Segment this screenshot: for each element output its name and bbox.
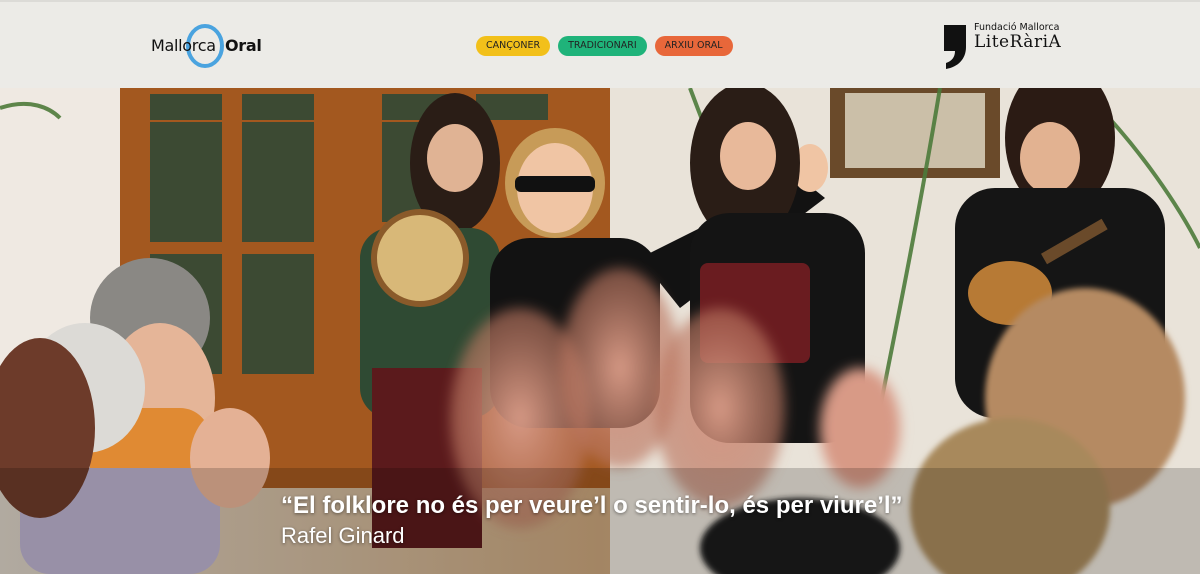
hero-quote-author: Rafel Ginard [281, 523, 405, 548]
site-header: Mallorca Oral CANÇONER TRADICIONARI ARXI… [0, 0, 1200, 88]
main-nav: CANÇONER TRADICIONARI ARXIU ORAL [476, 36, 733, 56]
nav-arxiu-oral-button[interactable]: ARXIU ORAL [654, 36, 733, 56]
hero-quote: “El folklore no és per veure’l o sentir-… [281, 492, 903, 519]
logo-line-literaria: LiteRàriA [974, 32, 1062, 52]
fundacio-mallorca-literaria-logo[interactable]: Fundació Mallorca LiteRàriA [942, 22, 1061, 70]
hero-section: “El folklore no és per veure’l o sentir-… [0, 88, 1200, 574]
literaria-mark-icon [944, 25, 966, 69]
nav-tradicionari-button[interactable]: TRADICIONARI [558, 36, 647, 56]
mallorca-oral-logo[interactable]: Mallorca Oral [151, 22, 262, 70]
nav-canconer-button[interactable]: CANÇONER [476, 36, 551, 56]
logo-word-oral: Oral [225, 36, 262, 55]
logo-word-mallorca: Mallorca [151, 36, 216, 55]
